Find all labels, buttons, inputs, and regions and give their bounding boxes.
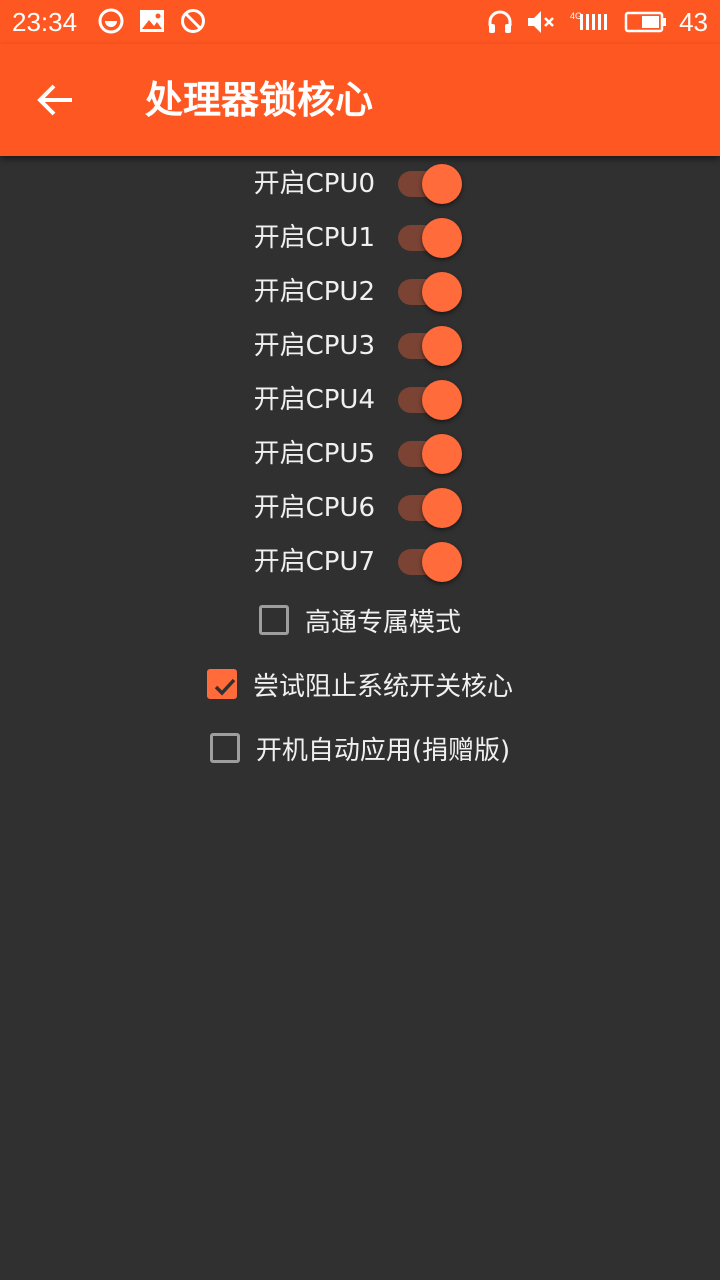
- switch-thumb[interactable]: [422, 218, 462, 258]
- status-bar: 23:34 4G 43: [0, 0, 720, 44]
- checkbox-label: 开机自动应用(捐赠版): [255, 735, 511, 766]
- app-bar: 处理器锁核心: [0, 44, 720, 156]
- switch-thumb[interactable]: [422, 164, 462, 204]
- signal-icon: 4G: [570, 8, 610, 40]
- volume-muted-icon: [526, 8, 556, 40]
- switch-thumb[interactable]: [422, 326, 462, 366]
- cpu-switch-row[interactable]: 开启CPU5: [0, 427, 720, 481]
- checkbox[interactable]: [258, 605, 289, 635]
- checkbox-label: 高通专属模式: [304, 607, 461, 638]
- circle-badge-icon: [98, 8, 124, 38]
- switch-label: 开启CPU3: [253, 331, 375, 361]
- switch-thumb[interactable]: [422, 488, 462, 528]
- switch-thumb[interactable]: [422, 542, 462, 582]
- page-title: 处理器锁核心: [145, 78, 374, 122]
- battery-percent: 43: [679, 7, 708, 37]
- back-button[interactable]: [28, 72, 84, 128]
- switch-label: 开启CPU2: [253, 277, 375, 307]
- switch-label: 开启CPU5: [253, 439, 375, 469]
- cpu-switch-row[interactable]: 开启CPU7: [0, 535, 720, 589]
- switch-label: 开启CPU6: [253, 493, 375, 523]
- option-block-core-toggle[interactable]: 尝试阻止系统开关核心: [0, 654, 720, 714]
- image-icon: [139, 8, 165, 38]
- cpu-switch-row[interactable]: 开启CPU0: [0, 157, 720, 211]
- cpu-switch-row[interactable]: 开启CPU4: [0, 373, 720, 427]
- headset-icon: [486, 8, 514, 40]
- checkbox[interactable]: [209, 733, 240, 763]
- option-auto-apply-on-boot[interactable]: 开机自动应用(捐赠版): [0, 718, 720, 778]
- arrow-left-icon: [37, 84, 72, 116]
- switch-thumb[interactable]: [422, 380, 462, 420]
- checkbox[interactable]: [206, 669, 237, 699]
- status-time: 23:34: [12, 7, 78, 37]
- checkmark-icon: [214, 678, 236, 696]
- switch-label: 开启CPU4: [253, 385, 375, 415]
- no-sign-icon: [180, 8, 206, 38]
- cpu-switch-row[interactable]: 开启CPU6: [0, 481, 720, 535]
- switch-label: 开启CPU0: [253, 169, 375, 199]
- battery-icon: [624, 8, 668, 40]
- cpu-switch-row[interactable]: 开启CPU2: [0, 265, 720, 319]
- option-qualcomm-mode[interactable]: 高通专属模式: [0, 590, 720, 650]
- switch-label: 开启CPU1: [253, 223, 375, 253]
- checkbox-label: 尝试阻止系统开关核心: [252, 671, 513, 702]
- cpu-switch-row[interactable]: 开启CPU3: [0, 319, 720, 373]
- switch-thumb[interactable]: [422, 434, 462, 474]
- cpu-switch-row[interactable]: 开启CPU1: [0, 211, 720, 265]
- switch-label: 开启CPU7: [253, 547, 375, 577]
- switch-thumb[interactable]: [422, 272, 462, 312]
